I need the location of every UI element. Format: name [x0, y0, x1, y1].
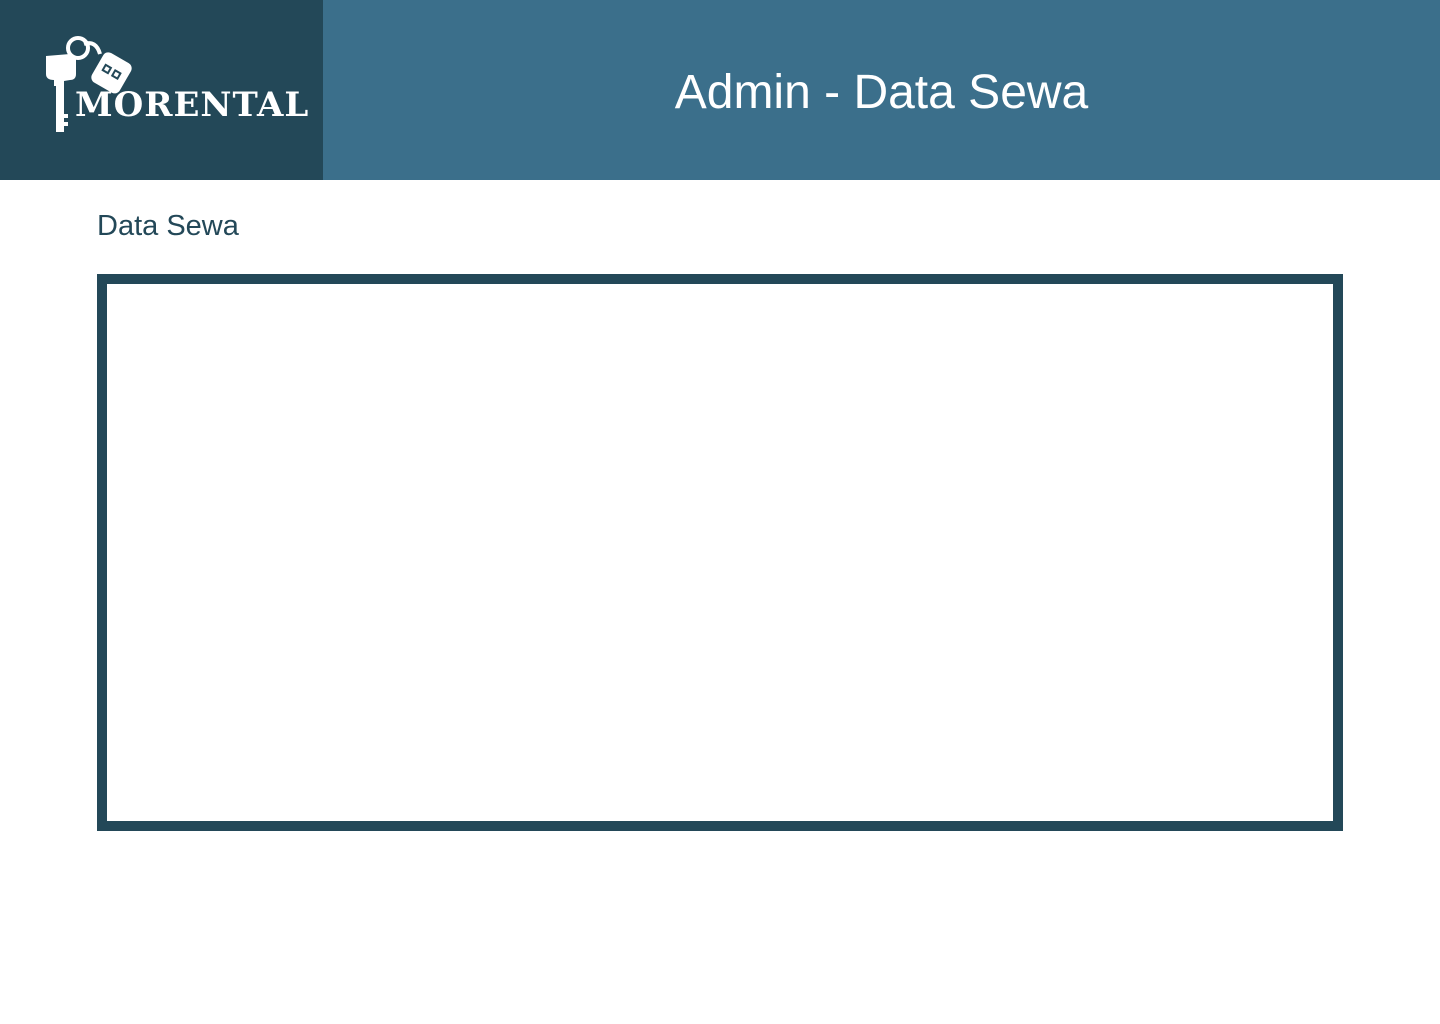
section-title: Data Sewa [97, 210, 239, 242]
app-header: MORENTAL Admin - Data Sewa [0, 0, 1440, 180]
data-table-panel [97, 274, 1343, 831]
brand-name: MORENTAL [75, 85, 310, 125]
brand-logo[interactable]: MORENTAL [0, 0, 323, 180]
title-bar: Admin - Data Sewa [323, 0, 1440, 180]
page-title: Admin - Data Sewa [674, 65, 1089, 119]
